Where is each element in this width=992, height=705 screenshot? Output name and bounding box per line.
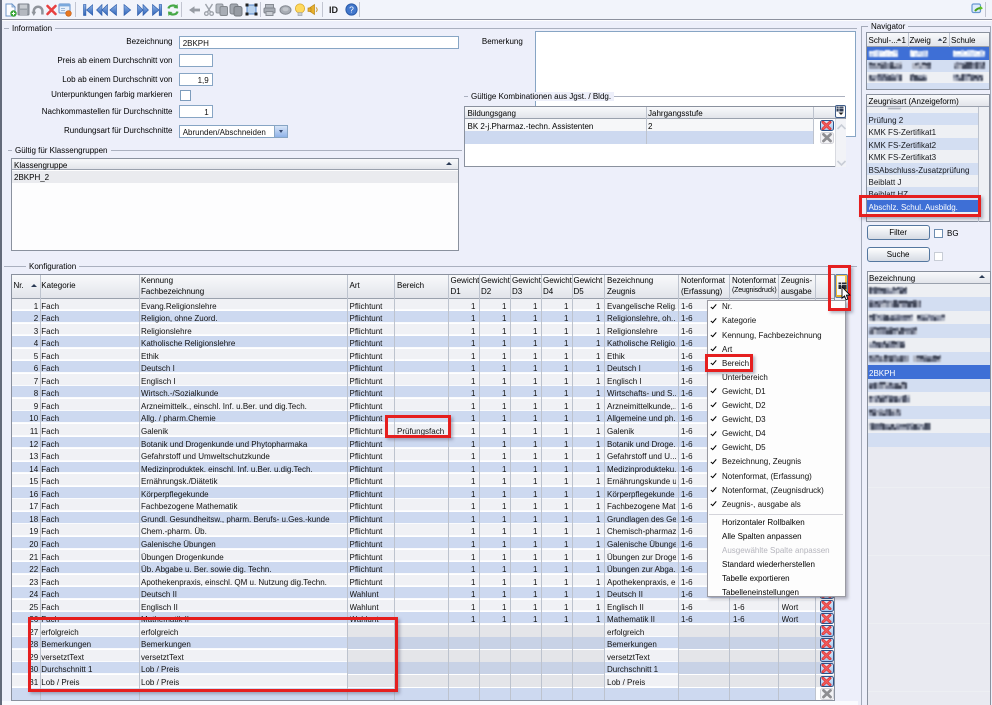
svg-text:?: ? xyxy=(349,4,354,14)
